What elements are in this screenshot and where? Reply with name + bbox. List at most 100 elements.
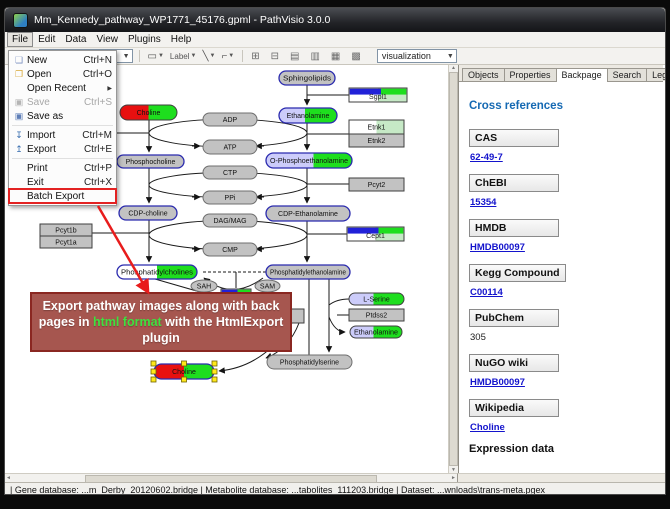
node-phosphatidylcholines[interactable]: Phosphatidylcholines <box>117 265 197 279</box>
xref-link[interactable]: Choline <box>470 422 653 433</box>
menu-help[interactable]: Help <box>166 33 197 46</box>
node-cept1[interactable]: Cept1 <box>347 227 404 241</box>
distribute-vertical-icon[interactable]: ▥ <box>308 51 321 62</box>
scroll-right-icon[interactable]: ► <box>451 474 456 482</box>
node-pcyt1a[interactable]: Pcyt1a <box>40 236 92 248</box>
xref-value: 305 <box>470 332 653 343</box>
node-sphingolipids[interactable]: Sphingolipids <box>279 71 335 85</box>
node-atp[interactable]: ATP <box>203 140 257 154</box>
tab-objects[interactable]: Objects <box>462 68 505 81</box>
xref-link[interactable]: HMDB00097 <box>470 377 653 388</box>
svg-text:Etnk2: Etnk2 <box>368 138 386 145</box>
node-choline-top[interactable]: Choline <box>120 105 177 120</box>
xref-section-hmdb: HMDBHMDB00097 <box>469 218 653 253</box>
selection-handle[interactable] <box>182 377 187 382</box>
node-ctp[interactable]: CTP <box>203 166 257 179</box>
stack-vertical-icon[interactable]: ▩ <box>349 51 362 62</box>
xref-section-wikipedia: WikipediaCholine <box>469 398 653 433</box>
node-ethanolamine-top[interactable]: Ethanolamine <box>279 108 337 123</box>
menu-item-shortcut: Ctrl+E <box>84 144 112 155</box>
tab-properties[interactable]: Properties <box>504 68 557 81</box>
vertical-scrollbar[interactable]: ▲ ▼ <box>448 65 458 473</box>
title-bar[interactable]: Mm_Kennedy_pathway_WP1771_45176.gpml - P… <box>5 8 665 32</box>
svg-text:Phosphatidylethanolamine: Phosphatidylethanolamine <box>270 270 346 277</box>
horizontal-scroll-thumb[interactable] <box>85 475 377 483</box>
tab-search[interactable]: Search <box>607 68 648 81</box>
node-choline-bottom[interactable]: Choline <box>151 361 217 382</box>
node-ptdss2[interactable]: Ptdss2 <box>349 309 404 321</box>
connector-tool-button[interactable]: ⌐▼ <box>219 51 236 62</box>
import-icon: ↧ <box>11 130 27 141</box>
menu-file[interactable]: File <box>7 32 33 47</box>
menu-item-shortcut: Ctrl+X <box>84 177 112 188</box>
selection-handle[interactable] <box>151 369 156 374</box>
menu-edit[interactable]: Edit <box>33 33 60 46</box>
scroll-up-icon[interactable]: ▲ <box>451 65 456 71</box>
distribute-horizontal-icon[interactable]: ▤ <box>288 51 301 62</box>
node-dagmag[interactable]: DAG/MAG <box>203 214 257 227</box>
selection-handle[interactable] <box>182 361 187 366</box>
menu-item-label: Open Recent <box>27 83 107 94</box>
node-sah[interactable]: SAH <box>191 280 217 292</box>
line-tool-button[interactable]: ╲▼ <box>200 51 217 62</box>
file-menu-item-print[interactable]: PrintCtrl+P <box>9 161 116 175</box>
node-adp[interactable]: ADP <box>203 113 257 126</box>
xref-link[interactable]: 15354 <box>470 197 653 208</box>
xref-link[interactable]: HMDB00097 <box>470 242 653 253</box>
cross-references-heading: Cross references <box>469 100 653 112</box>
node-cdp-choline[interactable]: CDP-choline <box>119 206 177 220</box>
node-phosphatidylserine[interactable]: Phosphatidylserine <box>267 355 352 369</box>
file-menu-item-export[interactable]: ↥ExportCtrl+E <box>9 142 116 156</box>
node-l-serine[interactable]: L-Serine <box>349 293 404 305</box>
node-pcyt1b[interactable]: Pcyt1b <box>40 224 92 236</box>
menu-item-shortcut: Ctrl+S <box>84 97 112 108</box>
horizontal-scrollbar[interactable]: ◄ ► <box>5 473 457 482</box>
file-menu-item-save[interactable]: ▣SaveCtrl+S <box>9 95 116 109</box>
file-menu-item-save-as[interactable]: ▣Save as <box>9 109 116 123</box>
menu-plugins[interactable]: Plugins <box>123 33 166 46</box>
menu-data[interactable]: Data <box>60 33 91 46</box>
node-pcyt2[interactable]: Pcyt2 <box>349 178 404 191</box>
node-o-phosphoethanolamine[interactable]: O-Phosphoethanolamine <box>266 153 352 168</box>
svg-text:PPi: PPi <box>225 195 236 202</box>
node-cdp-ethanolamine[interactable]: CDP-Ethanolamine <box>266 206 350 221</box>
selection-handle[interactable] <box>212 369 217 374</box>
menu-view[interactable]: View <box>91 33 123 46</box>
scroll-corner-filler <box>457 473 665 482</box>
xref-link[interactable]: 62-49-7 <box>470 152 653 163</box>
gene-tool-button[interactable]: ▭▼ <box>146 51 166 62</box>
tab-backpage[interactable]: Backpage <box>556 68 608 82</box>
node-phosphatidylethanolamine[interactable]: Phosphatidylethanolamine <box>266 265 350 279</box>
align-middle-icon[interactable]: ⊟ <box>269 51 281 62</box>
node-sam[interactable]: SAM <box>255 280 280 292</box>
file-menu-item-new[interactable]: ❏NewCtrl+N <box>9 53 116 67</box>
visualization-combobox[interactable]: visualization ▼ <box>377 49 457 63</box>
xref-link[interactable]: C00114 <box>470 287 653 298</box>
file-menu-item-batch-export[interactable]: Batch Export <box>9 189 116 203</box>
node-etnk1[interactable]: Etnk1 <box>349 120 404 134</box>
selection-handle[interactable] <box>151 377 156 382</box>
vertical-scroll-thumb[interactable] <box>449 72 458 466</box>
file-menu-item-open[interactable]: ❐OpenCtrl+O <box>9 67 116 81</box>
svg-text:Sphingolipids: Sphingolipids <box>283 76 332 83</box>
selection-handle[interactable] <box>151 361 156 366</box>
menu-item-label: New <box>27 55 83 66</box>
file-menu-item-exit[interactable]: ExitCtrl+X <box>9 175 116 189</box>
scroll-left-icon[interactable]: ◄ <box>6 474 11 482</box>
file-menu-item-import[interactable]: ↧ImportCtrl+M <box>9 128 116 142</box>
node-phosphocholine[interactable]: Phosphocholine <box>117 155 184 168</box>
label-tool-button[interactable]: Label▼ <box>168 51 199 62</box>
xref-header: Kegg Compound <box>469 264 566 282</box>
stack-horizontal-icon[interactable]: ▦ <box>329 51 342 62</box>
node-etnk2[interactable]: Etnk2 <box>349 134 404 147</box>
node-cmp[interactable]: CMP <box>203 243 257 256</box>
tab-legend[interactable]: Legend <box>646 68 666 81</box>
align-center-icon[interactable]: ⊞ <box>249 51 261 62</box>
file-menu-item-open-recent[interactable]: Open Recent▶ <box>9 81 116 95</box>
selection-handle[interactable] <box>212 361 217 366</box>
menu-item-shortcut: Ctrl+O <box>83 69 112 80</box>
node-ppi[interactable]: PPi <box>203 191 257 204</box>
selection-handle[interactable] <box>212 377 217 382</box>
node-sgpl1[interactable]: Sgpl1 <box>349 88 407 102</box>
node-ethanolamine-bottom[interactable]: Ethanolamine <box>350 326 402 338</box>
